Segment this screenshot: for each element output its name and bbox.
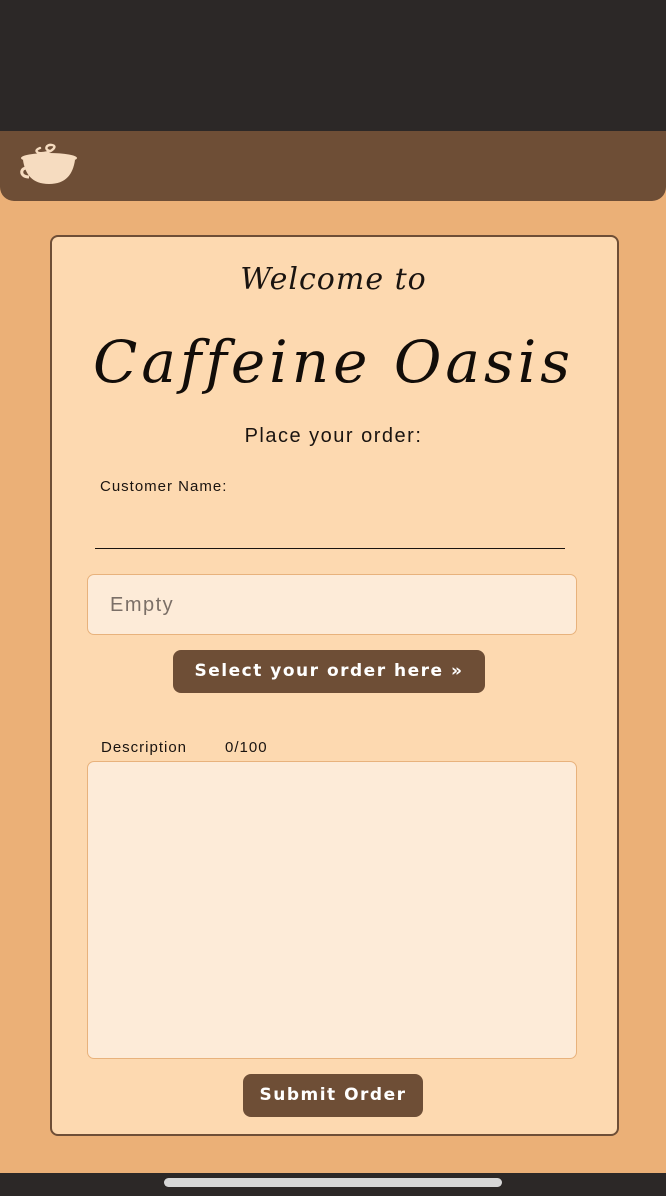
customer-name-label: Customer Name: <box>100 478 228 495</box>
place-order-subtitle: Place your order: <box>244 425 423 447</box>
description-char-counter: 0/100 <box>225 739 268 756</box>
brand-title: Caffeine Oasis <box>92 328 575 396</box>
order-selection-field[interactable]: Empty <box>87 574 577 635</box>
description-textarea[interactable] <box>87 761 577 1059</box>
app-header <box>0 131 666 201</box>
submit-order-button[interactable]: Submit Order <box>243 1074 423 1117</box>
welcome-text: Welcome to <box>240 262 427 297</box>
select-order-button[interactable]: Select your order here » <box>173 650 485 693</box>
home-indicator[interactable] <box>164 1178 502 1187</box>
description-label: Description <box>101 739 188 756</box>
customer-name-input[interactable] <box>95 505 565 549</box>
coffee-cup-icon[interactable] <box>18 142 80 188</box>
status-bar-area <box>0 0 666 131</box>
